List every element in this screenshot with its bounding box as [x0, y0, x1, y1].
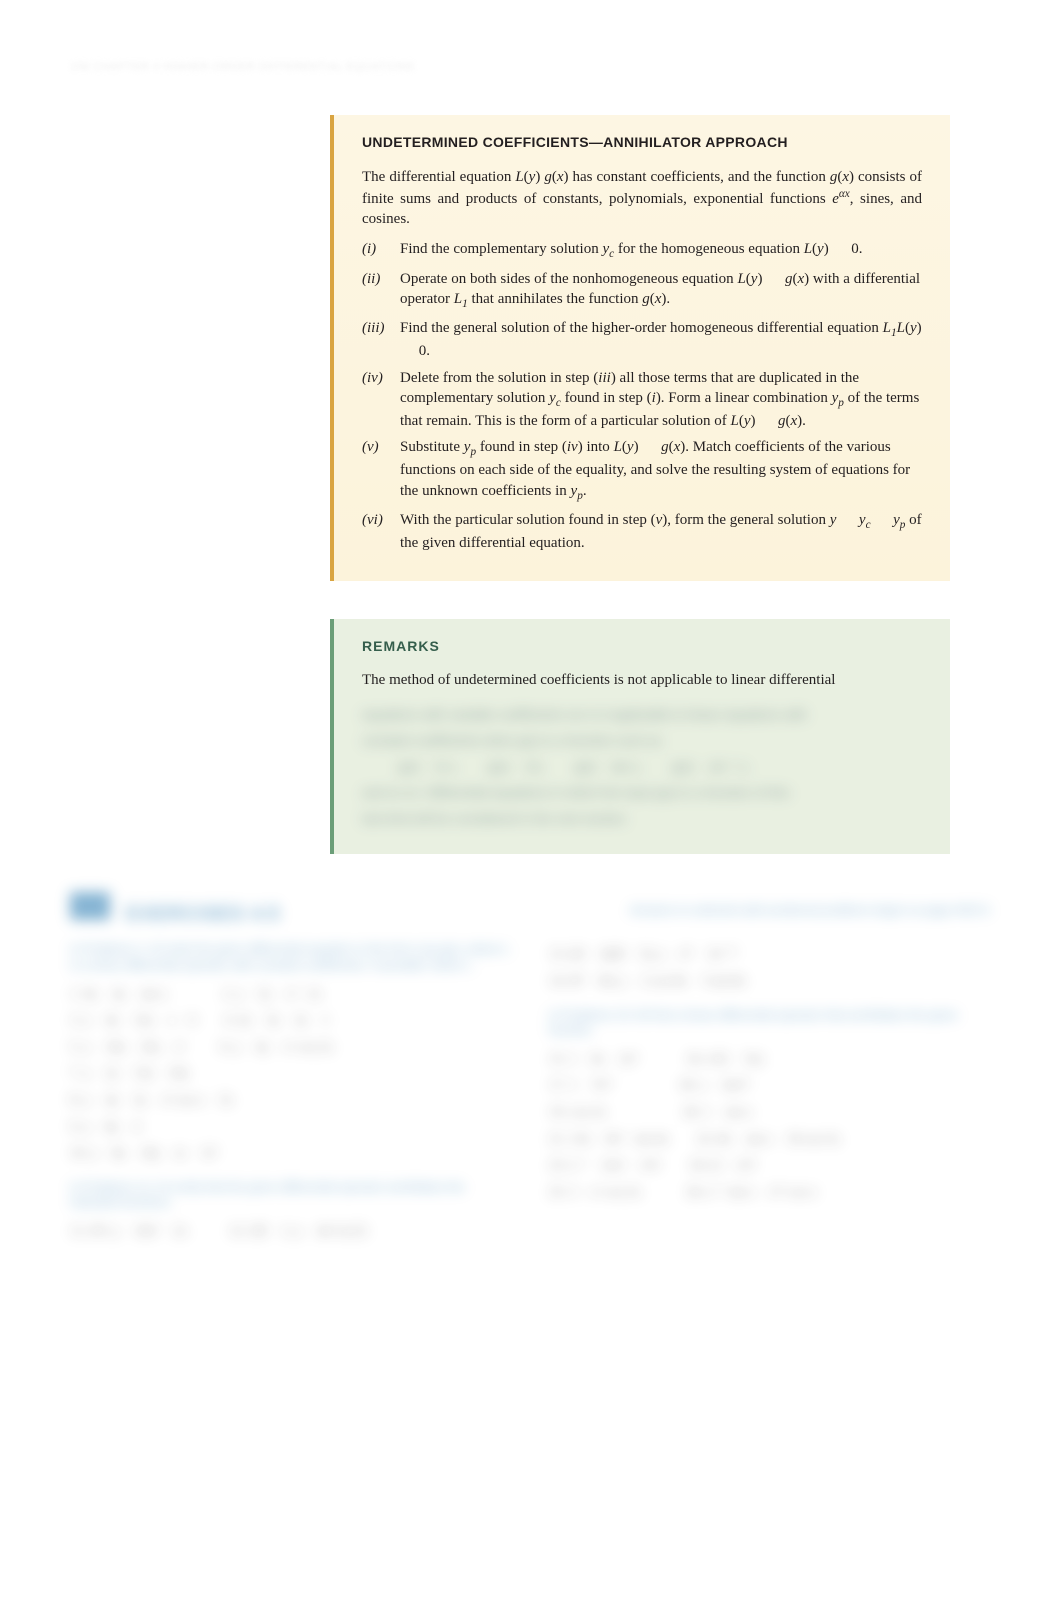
remarks-title: REMARKS: [362, 637, 922, 656]
exercises-badge: [70, 892, 110, 920]
exercises-left-column: In Problems 1–10 write the given differe…: [70, 942, 513, 1245]
step-body: Find the general solution of the higher-…: [400, 318, 922, 361]
step-body: Delete from the solution in step (iii) a…: [400, 368, 922, 432]
exercises-right-column: 13. (D 2)(D 5); y e²ˣ 3e⁻⁵ˣ14. D² 64; y …: [549, 942, 992, 1245]
step-body: Find the complementary solution yc for t…: [400, 239, 922, 262]
method-step: iiiFind the general solution of the high…: [362, 318, 922, 361]
step-number: v: [362, 437, 400, 504]
method-lead-paragraph: The differential equation L(y) g(x) has …: [362, 167, 922, 230]
method-steps-list: iFind the complementary solution yc for …: [362, 239, 922, 553]
method-summary-box: UNDETERMINED COEFFICIENTS—ANNIHILATOR AP…: [330, 115, 950, 581]
step-number: vi: [362, 510, 400, 553]
remarks-box: REMARKS The method of undetermined coeff…: [330, 619, 950, 854]
step-number: ii: [362, 269, 400, 312]
method-box-title: UNDETERMINED COEFFICIENTS—ANNIHILATOR AP…: [362, 133, 922, 152]
exercises-title: EXERCISES 4.5: [126, 903, 280, 925]
exercises-section: EXERCISES 4.5 Answers to selected odd-nu…: [70, 892, 992, 1245]
step-number: iv: [362, 368, 400, 432]
running-head: 156 CHAPTER 4 HIGHER-ORDER DIFFERENTIAL …: [70, 60, 992, 75]
method-step: viWith the particular solution found in …: [362, 510, 922, 553]
step-body: Substitute yp found in step (iv) into L(…: [400, 437, 922, 504]
remarks-visible-text: The method of undetermined coefficients …: [362, 670, 922, 690]
remarks-blurred-text: equations with variable coefficients nor…: [362, 702, 922, 832]
exercises-answers-note: Answers to selected odd-numbered problem…: [630, 902, 992, 918]
method-step: iiOperate on both sides of the nonhomoge…: [362, 269, 922, 312]
method-step: ivDelete from the solution in step (iii)…: [362, 368, 922, 432]
method-step: vSubstitute yp found in step (iv) into L…: [362, 437, 922, 504]
step-number: iii: [362, 318, 400, 361]
method-step: iFind the complementary solution yc for …: [362, 239, 922, 262]
step-body: Operate on both sides of the nonhomogene…: [400, 269, 922, 312]
step-number: i: [362, 239, 400, 262]
step-body: With the particular solution found in st…: [400, 510, 922, 553]
